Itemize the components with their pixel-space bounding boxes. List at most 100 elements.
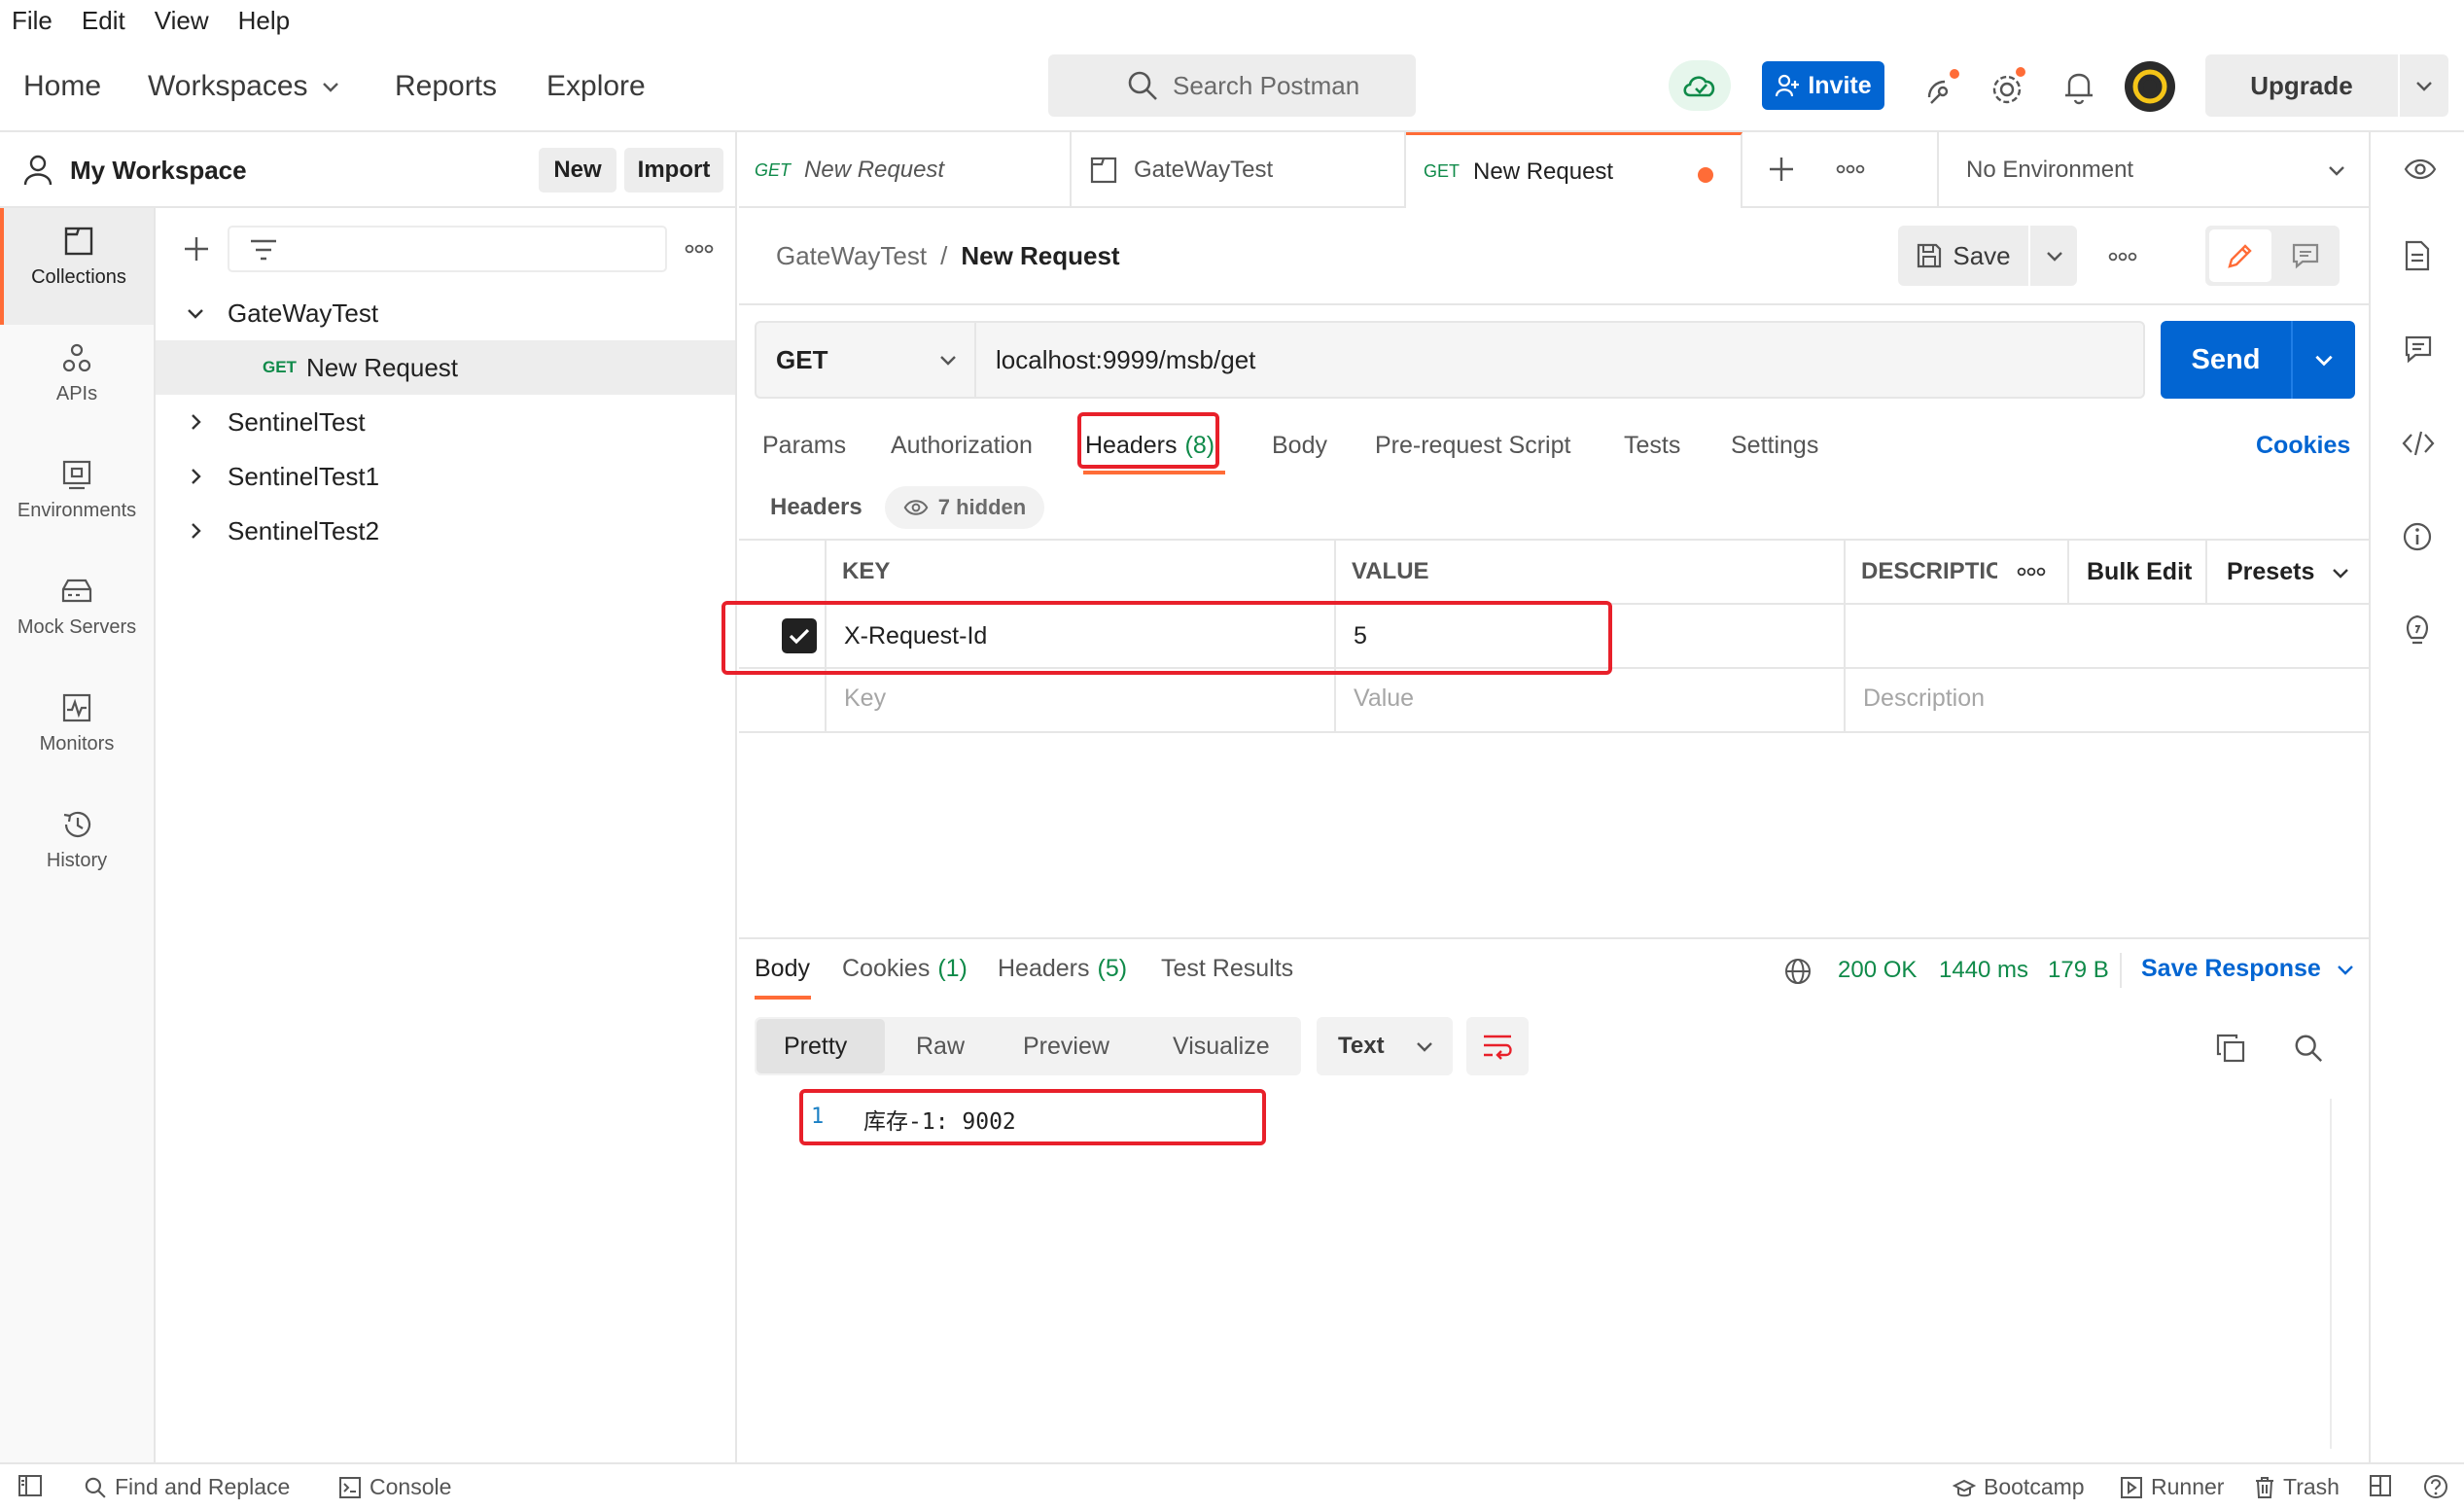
active-tab-indicator [755,996,811,1000]
rail-collections[interactable]: Collections [0,208,154,325]
tab-params[interactable]: Params [762,432,846,460]
menu-view[interactable]: View [155,6,209,36]
plus-icon[interactable] [1768,156,1795,183]
value-placeholder[interactable]: Value [1354,685,1414,713]
hidden-headers-toggle[interactable]: 7 hidden [885,486,1044,529]
response-status[interactable]: 200 OK [1838,957,1917,984]
tab-tests[interactable]: Tests [1624,432,1680,460]
sync-status[interactable] [1669,60,1731,111]
request-label: New Request [305,352,459,382]
lightbulb-icon[interactable] [2402,613,2433,648]
collection-sentineltest1[interactable]: SentinelTest1 [156,449,735,504]
rail-monitors[interactable]: Monitors [0,675,154,791]
format-preview[interactable]: Preview [1023,1033,1109,1061]
nav-explore[interactable]: Explore [546,70,646,103]
code-icon[interactable] [2402,430,2435,457]
plus-icon[interactable] [183,235,210,263]
tab-authorization[interactable]: Authorization [891,432,1033,460]
format-visualize[interactable]: Visualize [1173,1033,1270,1061]
satellite-button[interactable] [1923,68,1962,107]
nav-reports[interactable]: Reports [395,70,497,103]
response-tab-test-results[interactable]: Test Results [1161,955,1293,983]
breadcrumb-current[interactable]: New Request [961,241,1119,271]
documentation-icon[interactable] [2404,239,2431,272]
import-button[interactable]: Import [624,148,723,193]
tab-pre-request-script[interactable]: Pre-request Script [1375,432,1570,460]
search-icon[interactable] [2293,1033,2324,1064]
response-tab-headers[interactable]: Headers (5) [998,955,1127,983]
bulk-edit-button[interactable]: Bulk Edit [2087,558,2192,586]
send-button[interactable]: Send [2161,321,2291,399]
comment-mode-button[interactable] [2275,229,2336,282]
cookies-link[interactable]: Cookies [2256,432,2350,460]
settings-button[interactable] [1989,66,2028,107]
more-tabs-icon[interactable] [1836,163,1865,175]
description-placeholder[interactable]: Description [1863,685,1985,713]
method-select[interactable]: GET [757,323,976,397]
rail-mock-servers[interactable]: Mock Servers [0,558,154,675]
gear-icon [1992,67,2025,104]
new-button[interactable]: New [539,148,616,193]
response-tab-body[interactable]: Body [755,955,810,983]
chevron-down-icon[interactable] [2413,75,2435,96]
find-and-replace-button[interactable]: Find and Replace [84,1474,290,1500]
eye-icon[interactable] [2404,158,2437,181]
more-options-icon[interactable] [2108,251,2137,263]
console-button[interactable]: Console [338,1474,451,1500]
key-placeholder[interactable]: Key [844,685,886,713]
save-button[interactable]: Save [1898,226,2028,286]
edit-mode-button[interactable] [2209,229,2271,282]
info-icon[interactable] [2402,521,2433,552]
response-type-select[interactable]: Text [1317,1017,1453,1075]
response-time[interactable]: 1440 ms [1939,957,2028,984]
collection-sentineltest2[interactable]: SentinelTest2 [156,504,735,558]
comments-icon[interactable] [2404,334,2433,364]
help-button[interactable] [2423,1474,2448,1499]
tab-body[interactable]: Body [1272,432,1327,460]
tab-gatewaytest[interactable]: GateWayTest [1072,132,1406,208]
collections-filter-input[interactable] [228,226,667,272]
rail-apis[interactable]: APIs [0,325,154,441]
chevron-down-icon[interactable] [2312,348,2336,371]
response-tab-cookies[interactable]: Cookies (1) [842,955,968,983]
globe-icon[interactable] [1783,957,1813,986]
trash-button[interactable]: Trash [2254,1474,2340,1500]
bootcamp-button[interactable]: Bootcamp [1953,1474,2085,1500]
copy-icon[interactable] [2215,1033,2246,1064]
invite-button[interactable]: Invite [1762,61,1884,110]
more-options-icon[interactable] [2017,566,2046,578]
url-input[interactable]: localhost:9999/msb/get [996,345,1255,375]
format-raw[interactable]: Raw [916,1033,965,1061]
view-mode-toggle [2205,226,2340,286]
notifications-button[interactable] [2061,68,2096,105]
menu-file[interactable]: File [12,6,53,36]
nav-workspaces[interactable]: Workspaces [148,70,341,103]
avatar[interactable] [2124,60,2176,113]
format-pretty[interactable]: Pretty [784,1033,847,1061]
response-size[interactable]: 179 B [2048,957,2109,984]
nav-home[interactable]: Home [23,70,101,103]
wrap-lines-button[interactable] [1466,1017,1529,1075]
presets-dropdown[interactable]: Presets [2227,558,2351,586]
layout-button[interactable] [2369,1474,2392,1497]
tab-new-request-1[interactable]: GET New Request [739,132,1072,208]
runner-button[interactable]: Runner [2120,1474,2224,1500]
tab-new-request-active[interactable]: GET New Request [1406,132,1742,208]
search-bar[interactable]: Search Postman [1048,54,1416,117]
menu-edit[interactable]: Edit [82,6,125,36]
rail-environments[interactable]: Environments [0,441,154,558]
request-new-request[interactable]: GET New Request [156,340,735,395]
collection-gatewaytest[interactable]: GateWayTest [156,286,735,340]
environment-select[interactable]: No Environment [1937,132,2369,208]
save-response-button[interactable]: Save Response [2141,955,2356,983]
tab-settings[interactable]: Settings [1731,432,1818,460]
chevron-down-icon[interactable] [2044,245,2065,266]
collection-sentineltest[interactable]: SentinelTest [156,395,735,449]
toggle-sidebar-button[interactable] [18,1474,43,1497]
rail-history[interactable]: History [0,791,154,908]
breadcrumb-parent[interactable]: GateWayTest [776,241,927,271]
upgrade-button[interactable]: Upgrade [2205,54,2448,117]
menu-help[interactable]: Help [238,6,290,36]
more-options-icon[interactable] [685,243,714,255]
scrollbar-track[interactable] [2330,1099,2332,1449]
